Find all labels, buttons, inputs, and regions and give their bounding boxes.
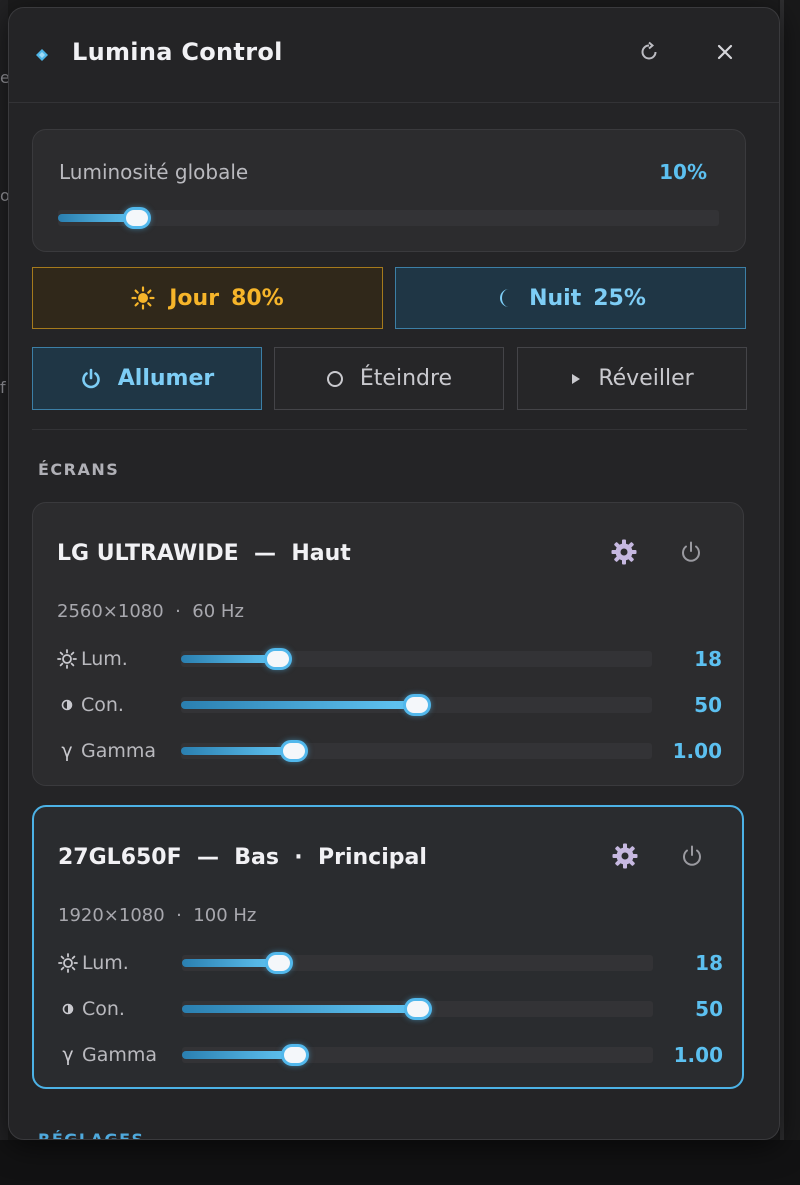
power-on-label: Allumer <box>117 366 215 391</box>
app-title: Lumina Control <box>72 38 283 66</box>
sun-icon <box>131 286 155 310</box>
gamma-control-row: γ Gamma 1.00 <box>57 736 722 766</box>
screens-section-label: ÉCRANS <box>38 460 120 479</box>
gamma-value: 1.00 <box>672 739 722 763</box>
slider-thumb[interactable] <box>281 1044 309 1066</box>
slider-fill <box>182 1051 295 1059</box>
screen-power-button[interactable] <box>675 841 709 875</box>
night-preset-label: Nuit <box>529 285 582 311</box>
sun-icon <box>58 951 78 975</box>
power-icon <box>679 540 703 568</box>
day-preset-label: Jour <box>169 285 220 311</box>
gear-icon <box>610 538 638 570</box>
power-off-button[interactable]: Éteindre <box>274 347 504 410</box>
gamma-slider[interactable] <box>181 736 652 766</box>
brightness-control-row: Lum. 18 <box>57 644 722 674</box>
screen-card-primary: 27GL650F — Bas · Principal 1920×1080 · 1… <box>32 805 744 1089</box>
close-button[interactable] <box>709 38 741 70</box>
day-preset-value: 80% <box>231 285 284 311</box>
screen-title: 27GL650F — Bas · Principal <box>58 845 427 870</box>
gamma-icon: γ <box>61 740 73 762</box>
background-app-edge <box>0 0 8 1185</box>
brightness-slider[interactable] <box>182 948 653 978</box>
gamma-control-row: γ Gamma 1.00 <box>58 1040 723 1070</box>
slider-track <box>58 210 719 226</box>
gamma-label: Gamma <box>82 1044 158 1066</box>
background-scrollbar-area <box>778 0 800 1185</box>
diamond-icon <box>36 46 48 61</box>
gamma-label: Gamma <box>81 740 157 762</box>
screen-spec: 1920×1080 · 100 Hz <box>58 905 257 926</box>
global-brightness-label: Luminosité globale <box>59 160 249 184</box>
global-brightness-card: Luminosité globale 10% <box>32 129 746 252</box>
background-text-fragment: e <box>0 68 8 87</box>
day-preset-button[interactable]: Jour 80% <box>32 267 383 329</box>
contrast-icon <box>57 693 77 717</box>
screen-settings-button[interactable] <box>608 841 642 875</box>
contrast-label: Con. <box>82 998 125 1020</box>
refresh-icon <box>638 41 660 67</box>
night-preset-value: 25% <box>593 285 646 311</box>
global-brightness-value: 10% <box>659 160 707 184</box>
section-divider <box>32 429 747 430</box>
background-bottom <box>0 1140 800 1185</box>
gamma-value: 1.00 <box>673 1043 723 1067</box>
slider-fill <box>182 1005 418 1013</box>
play-icon <box>570 372 582 386</box>
slider-thumb[interactable] <box>123 207 151 229</box>
power-icon <box>80 368 102 390</box>
global-brightness-slider[interactable] <box>58 203 719 233</box>
power-off-label: Éteindre <box>359 366 453 391</box>
slider-thumb[interactable] <box>265 952 293 974</box>
power-icon <box>680 844 704 872</box>
refresh-button[interactable] <box>633 38 665 70</box>
night-preset-button[interactable]: Nuit 25% <box>395 267 746 329</box>
gamma-icon: γ <box>62 1044 74 1066</box>
contrast-value: 50 <box>694 693 722 717</box>
contrast-icon <box>58 997 78 1021</box>
screen-title: LG ULTRAWIDE — Haut <box>57 541 351 566</box>
slider-fill <box>181 701 417 709</box>
background-scrollbar[interactable] <box>780 0 784 1185</box>
background-text-fragment: o <box>0 186 8 205</box>
gamma-slider[interactable] <box>182 1040 653 1070</box>
wake-label: Réveiller <box>598 366 694 391</box>
contrast-slider[interactable] <box>182 994 653 1024</box>
slider-thumb[interactable] <box>403 694 431 716</box>
brightness-control-row: Lum. 18 <box>58 948 723 978</box>
screen-card: LG ULTRAWIDE — Haut 2560×1080 · 60 Hz Lu… <box>32 502 744 786</box>
brightness-value: 18 <box>694 647 722 671</box>
title-bar: Lumina Control <box>9 8 779 103</box>
background-text-fragment: f <box>0 378 6 397</box>
close-icon <box>716 43 734 65</box>
contrast-slider[interactable] <box>181 690 652 720</box>
moon-icon <box>495 287 515 309</box>
sun-icon <box>57 647 77 671</box>
slider-thumb[interactable] <box>264 648 292 670</box>
slider-thumb[interactable] <box>404 998 432 1020</box>
power-on-button[interactable]: Allumer <box>32 347 262 410</box>
settings-section-label: RÉGLAGES <box>38 1130 145 1140</box>
brightness-slider[interactable] <box>181 644 652 674</box>
contrast-value: 50 <box>695 997 723 1021</box>
contrast-control-row: Con. 50 <box>58 994 723 1024</box>
lumina-window: Lumina Control Luminosité globale 10% Jo… <box>8 7 780 1140</box>
brightness-label: Lum. <box>81 648 128 670</box>
brightness-value: 18 <box>695 951 723 975</box>
screen-spec: 2560×1080 · 60 Hz <box>57 601 244 622</box>
circle-icon <box>326 370 344 388</box>
contrast-control-row: Con. 50 <box>57 690 722 720</box>
slider-fill <box>181 747 294 755</box>
contrast-label: Con. <box>81 694 124 716</box>
wake-button[interactable]: Réveiller <box>517 347 747 410</box>
screen-power-button[interactable] <box>674 537 708 571</box>
brightness-label: Lum. <box>82 952 129 974</box>
slider-thumb[interactable] <box>280 740 308 762</box>
gear-icon <box>611 842 639 874</box>
screen-settings-button[interactable] <box>607 537 641 571</box>
